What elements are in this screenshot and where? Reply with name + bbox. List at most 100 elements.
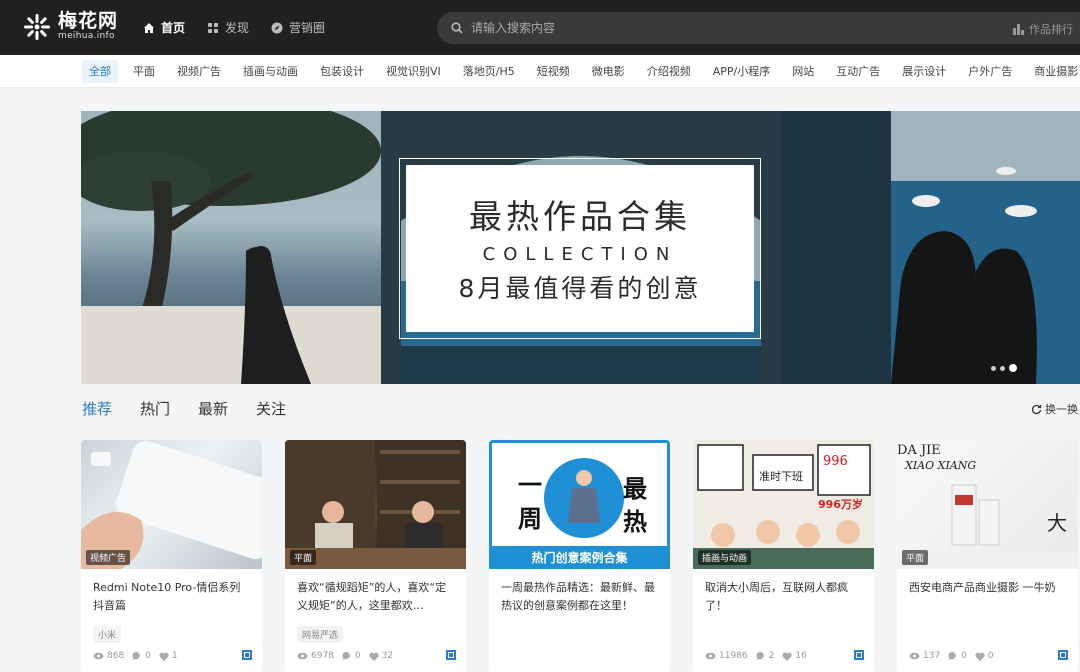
nav-discover-label: 发现: [225, 21, 250, 35]
category-photography[interactable]: 商业摄影: [1027, 60, 1080, 83]
nav-home[interactable]: 首页: [143, 19, 185, 36]
card-stats: 6978 0 32: [297, 651, 401, 661]
category-interactive[interactable]: 互动广告: [829, 60, 887, 83]
carousel-dot-2[interactable]: [1000, 365, 1005, 371]
likes-count: 0: [987, 651, 994, 661]
likes-stat[interactable]: 0: [975, 651, 994, 661]
brand-name: 梅花网: [58, 10, 119, 32]
home-icon: [144, 22, 154, 33]
heart-icon: [975, 652, 985, 661]
thumb-caption: 热门创意案例合集: [531, 551, 628, 565]
card-brand-label[interactable]: 网易严选: [297, 626, 344, 643]
category-intro-video[interactable]: 介绍视频: [640, 60, 698, 83]
likes-stat[interactable]: 16: [782, 651, 807, 661]
banner-caption-frame: 最热作品合集 COLLECTION 8月最值得看的创意: [399, 158, 761, 339]
carousel-dot-1[interactable]: [991, 365, 996, 371]
rank-link[interactable]: 作品排行: [1013, 21, 1073, 37]
work-card[interactable]: 一 周 最 热 热门创意案例合集 一周最热作品精选：最新鲜、最热议的创意案例都在…: [489, 440, 670, 672]
card-title[interactable]: Redmi Note10 Pro-情侣系列 抖音篇: [93, 579, 253, 615]
comment-icon: [132, 651, 141, 661]
card-brand-label[interactable]: 小米: [93, 626, 122, 643]
card-thumbnail[interactable]: 996 准时下班 996万岁 插画与动画: [693, 440, 874, 569]
card-thumbnail[interactable]: 大 DA JIE XIAO XIANG 平面: [897, 440, 1078, 569]
thumb-char-2: 周: [518, 505, 542, 533]
refresh-label: 换一换: [1045, 403, 1078, 416]
search-bar[interactable]: [437, 12, 1080, 44]
card-category-tag: 插画与动画: [698, 550, 752, 565]
views-stat: 11986: [705, 651, 748, 661]
views-count: 137: [923, 651, 941, 661]
card-title[interactable]: 西安电商产品商业摄影 一牛奶: [909, 579, 1069, 597]
category-website[interactable]: 网站: [785, 60, 821, 83]
category-app[interactable]: APP/小程序: [706, 60, 778, 83]
plum-blossom-logo-icon: [24, 13, 50, 40]
category-all[interactable]: 全部: [82, 60, 118, 83]
thumb-headline-2: XIAO XIANG: [905, 459, 977, 472]
search-input[interactable]: [471, 21, 891, 35]
work-card[interactable]: 平面 喜欢“循规蹈矩”的人，喜欢“定义规矩”的人，这里都欢… 网易严选 6978…: [285, 440, 466, 672]
card-thumbnail[interactable]: 一 周 最 热 热门创意案例合集: [489, 440, 670, 569]
refresh-icon: [1031, 404, 1042, 414]
work-card[interactable]: 视频广告 Redmi Note10 Pro-情侣系列 抖音篇 小米 868 0 …: [81, 440, 262, 672]
carousel-indicator: [991, 364, 1021, 372]
card-title[interactable]: 喜欢“循规蹈矩”的人，喜欢“定义规矩”的人，这里都欢…: [297, 579, 457, 615]
views-stat: 6978: [297, 651, 334, 661]
nav-marketing-label: 营销圈: [289, 21, 326, 35]
card-title[interactable]: 取消大小周后，互联网人都疯了！: [705, 579, 865, 615]
card-thumbnail[interactable]: 平面: [285, 440, 466, 569]
views-count: 868: [107, 651, 125, 661]
nav-discover[interactable]: 发现: [207, 19, 249, 36]
card-title[interactable]: 一周最热作品精选：最新鲜、最热议的创意案例都在这里！: [501, 579, 661, 615]
tab-following[interactable]: 关注: [256, 398, 286, 419]
qr-code-icon[interactable]: [446, 650, 456, 660]
category-vi[interactable]: 视觉识别VI: [379, 60, 448, 83]
brand-domain: meihua.info: [58, 31, 115, 41]
eye-icon: [705, 652, 716, 660]
site-logo[interactable]: 梅花网 meihua.info: [22, 11, 118, 42]
likes-count: 1: [171, 651, 178, 661]
category-micro-film[interactable]: 微电影: [585, 60, 632, 83]
category-packaging[interactable]: 包装设计: [313, 60, 371, 83]
tab-recommended[interactable]: 推荐: [82, 398, 112, 419]
card-thumbnail[interactable]: 视频广告: [81, 440, 262, 569]
main-nav: 首页 发现 营销圈: [143, 0, 347, 55]
heart-icon: [369, 652, 379, 661]
hero-banner[interactable]: 最热作品合集 COLLECTION 8月最值得看的创意: [81, 111, 1080, 384]
comments-stat[interactable]: 0: [948, 651, 967, 661]
qr-code-icon[interactable]: [242, 650, 252, 660]
comments-stat[interactable]: 2: [756, 651, 774, 661]
banner-subtitle: COLLECTION: [482, 244, 678, 265]
likes-stat[interactable]: 32: [369, 651, 393, 661]
nav-marketing-circle[interactable]: 营销圈: [271, 19, 325, 36]
qr-code-icon[interactable]: [1058, 650, 1068, 660]
qr-code-icon[interactable]: [854, 650, 864, 660]
category-print[interactable]: 平面: [126, 60, 162, 83]
comments-stat[interactable]: 0: [342, 651, 361, 661]
couple-silhouette-icon: [781, 111, 1080, 384]
rank-label: 作品排行: [1029, 23, 1073, 36]
tab-latest[interactable]: 最新: [198, 398, 228, 419]
search-icon: [451, 22, 463, 34]
thumb-char-1: 一: [518, 471, 542, 499]
tab-hot[interactable]: 热门: [140, 398, 170, 419]
carousel-dot-3[interactable]: [1009, 364, 1017, 372]
category-exhibition[interactable]: 展示设计: [895, 60, 953, 83]
category-illustration[interactable]: 插画与动画: [236, 60, 305, 83]
work-card[interactable]: 大 DA JIE XIAO XIANG 平面 西安电商产品商业摄影 一牛奶 13…: [897, 440, 1078, 672]
views-stat: 868: [93, 651, 124, 661]
svg-text:准时下班: 准时下班: [759, 470, 803, 483]
views-count: 11986: [719, 651, 748, 661]
category-h5[interactable]: 落地页/H5: [456, 60, 522, 83]
refresh-button[interactable]: 换一换: [1031, 401, 1078, 417]
comments-count: 0: [145, 651, 151, 661]
likes-stat[interactable]: 1: [159, 651, 178, 661]
thumb-char-3: 最: [623, 475, 647, 503]
category-short-video[interactable]: 短视频: [530, 60, 577, 83]
category-outdoor[interactable]: 户外广告: [961, 60, 1019, 83]
work-card[interactable]: 996 准时下班 996万岁 插画与动画 取消大小周后，互联网人都疯了！ 119…: [693, 440, 874, 672]
category-video-ad[interactable]: 视频广告: [170, 60, 228, 83]
category-bar: 全部 平面 视频广告 插画与动画 包装设计 视觉识别VI 落地页/H5 短视频 …: [0, 55, 1080, 88]
banner-caption: 最热作品合集 COLLECTION 8月最值得看的创意: [406, 165, 754, 332]
comment-icon: [342, 651, 350, 661]
comments-stat[interactable]: 0: [132, 651, 151, 661]
